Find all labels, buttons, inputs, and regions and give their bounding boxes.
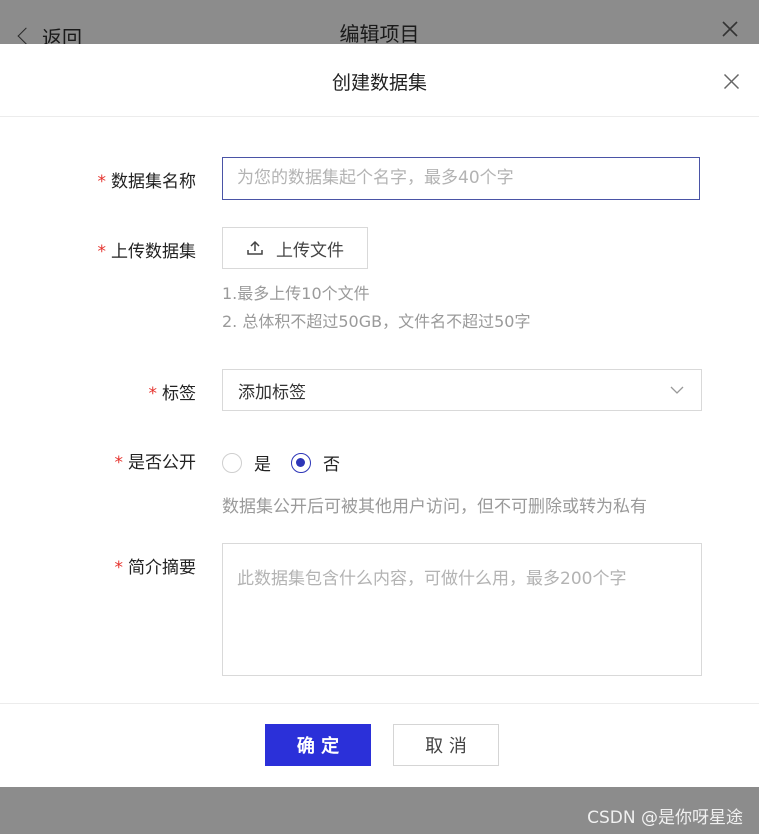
- upload-hint-size: 2. 总体积不超过50GB，文件名不超过50字: [222, 312, 531, 331]
- public-option-no[interactable]: 否: [291, 450, 340, 475]
- required-mark: *: [148, 384, 158, 404]
- required-mark: *: [114, 453, 124, 473]
- upload-file-button[interactable]: 上传文件: [222, 227, 368, 269]
- summary-label: * 简介摘要: [114, 558, 197, 578]
- create-dataset-dialog: 创建数据集 *数据集名称 *上传数据集 上传文件 1.最多上传10个文件 2. …: [0, 44, 759, 787]
- upload-hint-count: 1.最多上传10个文件: [222, 284, 370, 303]
- upload-icon: [247, 240, 263, 255]
- dataset-name-label: * 数据集名称: [97, 172, 197, 192]
- dataset-name-input[interactable]: [222, 157, 700, 200]
- upload-file-label: 上传文件: [276, 240, 344, 261]
- public-option-no-label: 否: [323, 455, 340, 475]
- upload-dataset-label: * 上传数据集: [97, 242, 197, 262]
- radio-button-checked[interactable]: [291, 452, 311, 473]
- dialog-header: 创建数据集: [0, 44, 759, 117]
- background-page-title: 编辑项目: [339, 22, 420, 46]
- confirm-button[interactable]: 确 定: [265, 724, 371, 766]
- summary-textarea[interactable]: [222, 543, 702, 676]
- dialog-footer: 确 定 取 消: [0, 703, 759, 788]
- required-mark: *: [97, 172, 107, 192]
- tags-select-value: 添加标签: [238, 382, 306, 403]
- tags-select[interactable]: 添加标签: [222, 369, 702, 411]
- chevron-down-icon: [670, 386, 684, 394]
- dialog-title: 创建数据集: [331, 72, 427, 94]
- background-header: 返回 编辑项目: [0, 0, 759, 50]
- public-radio-group: 是 否: [222, 450, 360, 475]
- cancel-button[interactable]: 取 消: [393, 724, 499, 766]
- tags-label: * 标签: [148, 384, 197, 404]
- radio-button-unchecked[interactable]: [222, 452, 242, 473]
- watermark: CSDN @是你呀星途: [587, 808, 743, 828]
- close-icon[interactable]: [723, 73, 740, 90]
- close-icon[interactable]: [721, 20, 739, 38]
- required-mark: *: [114, 558, 124, 578]
- public-option-yes-label: 是: [254, 455, 271, 475]
- public-label: * 是否公开: [114, 453, 197, 473]
- public-option-yes[interactable]: 是: [222, 450, 271, 475]
- public-hint: 数据集公开后可被其他用户访问，但不可删除或转为私有: [222, 497, 647, 517]
- required-mark: *: [97, 242, 107, 262]
